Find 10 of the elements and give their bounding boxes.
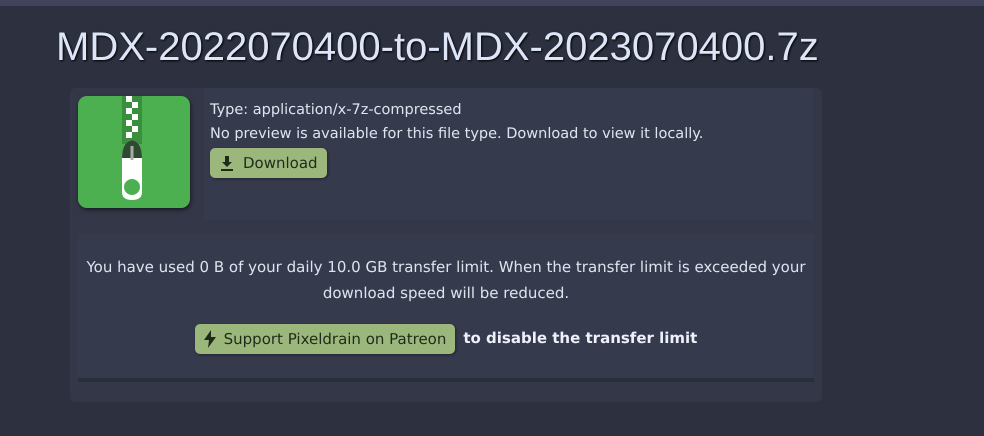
transfer-message: You have used 0 B of your daily 10.0 GB transfer limit. When the transfer limit is exceeded your download speed will be reduced. (86, 257, 806, 304)
archive-file-icon (78, 96, 190, 208)
download-button[interactable]: Download (210, 148, 327, 178)
lightning-icon (204, 330, 216, 348)
preview-note: No preview is available for this file type. Download to view it locally. (210, 125, 704, 144)
file-title: MDX-2022070400-to-MDX-2023070400.7z (56, 24, 820, 70)
download-icon (219, 155, 235, 171)
support-note: to disable the transfer limit (463, 329, 698, 347)
file-type: Type: application/x-7z-compressed (210, 101, 463, 120)
patreon-button[interactable]: Support Pixeldrain on Patreon (194, 324, 456, 354)
